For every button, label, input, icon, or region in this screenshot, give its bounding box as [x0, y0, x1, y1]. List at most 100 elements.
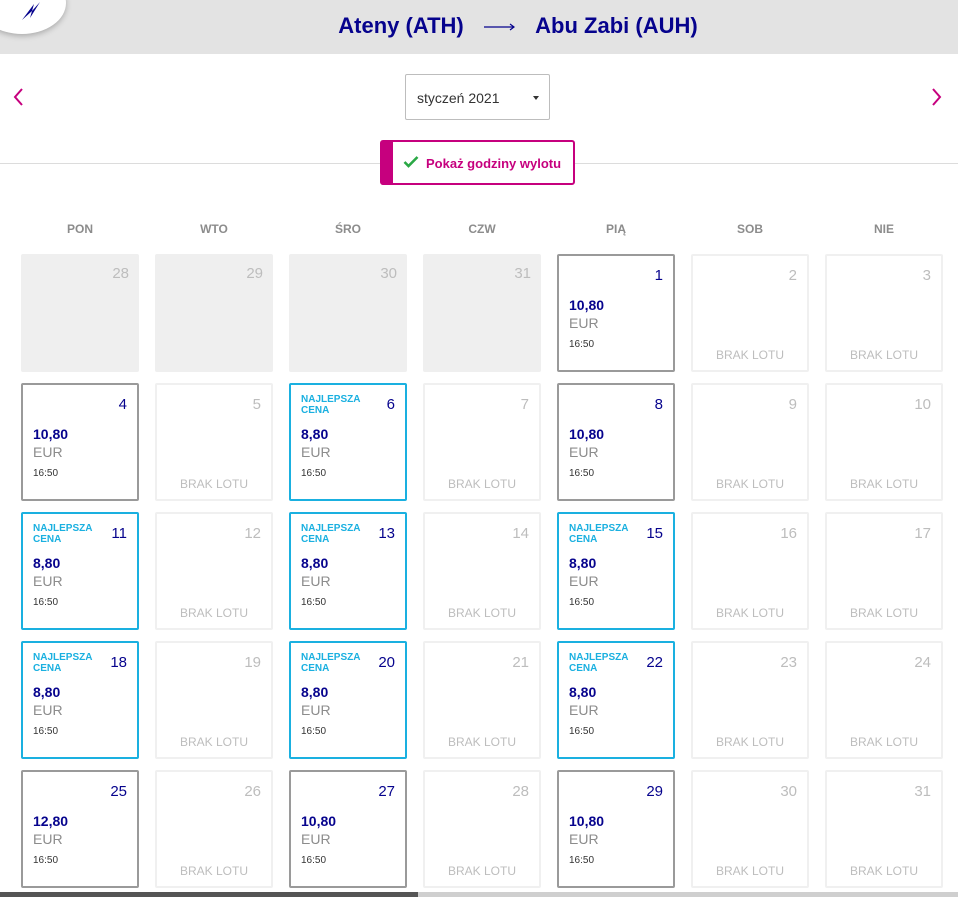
calendar-day: 12 BRAK LOTU [155, 512, 273, 630]
day-number: 30 [780, 783, 797, 800]
fare-price: 12,80 [33, 813, 69, 829]
month-select[interactable]: styczeń 2021 [405, 74, 550, 120]
calendar-day: 28 BRAK LOTU [423, 770, 541, 888]
weekday-label: SOB [736, 222, 763, 236]
departure-time: 16:50 [33, 726, 59, 737]
route-title: Ateny (ATH) Abu Zabi (AUH) [0, 13, 958, 40]
no-flight-label: BRAK LOTU [447, 735, 516, 749]
departure-time: 16:50 [569, 726, 595, 737]
departure-time: 16:50 [33, 597, 59, 608]
fare-currency: EUR [569, 573, 599, 589]
destination-label: Abu Zabi (AUH) [535, 13, 698, 38]
best-price-badge: NAJLEPSZA CENA [301, 652, 361, 674]
day-number: 18 [110, 654, 127, 671]
fare-currency: EUR [301, 702, 331, 718]
day-number: 4 [118, 396, 127, 413]
fare-price: 8,80 [301, 684, 329, 700]
day-number: 29 [246, 265, 263, 282]
fare-price: 10,80 [569, 426, 605, 442]
day-number: 9 [788, 396, 797, 413]
fare-currency: EUR [569, 444, 599, 460]
no-flight-label: BRAK LOTU [715, 348, 784, 362]
caret-down-icon [533, 96, 539, 100]
best-price-badge: NAJLEPSZA CENA [301, 394, 361, 416]
calendar-day[interactable]: 4 10,80 EUR 16:50 [21, 383, 139, 501]
calendar-day: 16 BRAK LOTU [691, 512, 809, 630]
weekday-label: PIĄ [605, 222, 626, 236]
day-number: 27 [378, 783, 395, 800]
best-price-badge: NAJLEPSZA CENA [33, 652, 93, 674]
calendar-day: 28 [21, 254, 139, 372]
no-flight-label: BRAK LOTU [715, 735, 784, 749]
fare-price: 8,80 [301, 555, 329, 571]
weekday-label: NIE [873, 222, 894, 236]
calendar-day: 23 BRAK LOTU [691, 641, 809, 759]
calendar-day[interactable]: 27 10,80 EUR 16:50 [289, 770, 407, 888]
fare-currency: EUR [301, 444, 331, 460]
day-number: 11 [111, 525, 127, 542]
departure-time: 16:50 [569, 468, 595, 479]
calendar-day[interactable]: 22 NAJLEPSZA CENA 8,80 EUR 16:50 [557, 641, 675, 759]
calendar-day[interactable]: 1 10,80 EUR 16:50 [557, 254, 675, 372]
no-flight-label: BRAK LOTU [179, 735, 248, 749]
day-number: 3 [922, 267, 931, 284]
fare-price: 10,80 [33, 426, 69, 442]
day-number: 12 [244, 525, 261, 542]
calendar-day: 19 BRAK LOTU [155, 641, 273, 759]
day-number: 2 [788, 267, 797, 284]
day-number: 8 [654, 396, 663, 413]
prev-month-button[interactable] [10, 86, 26, 108]
check-icon [403, 156, 419, 168]
day-number: 14 [512, 525, 529, 542]
calendar-day[interactable]: 8 10,80 EUR 16:50 [557, 383, 675, 501]
fare-price: 8,80 [33, 555, 61, 571]
no-flight-label: BRAK LOTU [849, 735, 918, 749]
calendar-day[interactable]: 29 10,80 EUR 16:50 [557, 770, 675, 888]
calendar-day: 17 BRAK LOTU [825, 512, 943, 630]
calendar-day[interactable]: 18 NAJLEPSZA CENA 8,80 EUR 16:50 [21, 641, 139, 759]
departure-time: 16:50 [301, 726, 327, 737]
fare-currency: EUR [569, 702, 599, 718]
day-number: 6 [386, 396, 395, 413]
scrollbar-thumb[interactable] [0, 892, 418, 897]
calendar-day: 7 BRAK LOTU [423, 383, 541, 501]
day-number: 17 [914, 525, 931, 542]
fare-price: 10,80 [569, 813, 605, 829]
calendar-day[interactable]: 11 NAJLEPSZA CENA 8,80 EUR 16:50 [21, 512, 139, 630]
departure-time: 16:50 [301, 597, 327, 608]
fare-currency: EUR [33, 831, 63, 847]
fare-currency: EUR [569, 831, 599, 847]
calendar-day[interactable]: 6 NAJLEPSZA CENA 8,80 EUR 16:50 [289, 383, 407, 501]
fare-currency: EUR [33, 444, 63, 460]
month-select-value: styczeń 2021 [417, 90, 500, 106]
calendar-day: 29 [155, 254, 273, 372]
calendar-day[interactable]: 20 NAJLEPSZA CENA 8,80 EUR 16:50 [289, 641, 407, 759]
show-departure-times-toggle[interactable]: Pokaż godziny wylotu [380, 140, 575, 185]
day-number: 24 [914, 654, 931, 671]
calendar-day: 30 [289, 254, 407, 372]
calendar-day: 3 BRAK LOTU [825, 254, 943, 372]
departure-time: 16:50 [301, 468, 327, 479]
no-flight-label: BRAK LOTU [849, 348, 918, 362]
calendar-day: 2 BRAK LOTU [691, 254, 809, 372]
calendar-day[interactable]: 15 NAJLEPSZA CENA 8,80 EUR 16:50 [557, 512, 675, 630]
fare-price: 8,80 [569, 684, 597, 700]
chevron-right-icon [932, 88, 942, 106]
day-number: 1 [654, 267, 663, 284]
day-number: 25 [110, 783, 127, 800]
next-month-button[interactable] [929, 86, 945, 108]
departure-time: 16:50 [301, 855, 327, 866]
day-number: 30 [380, 265, 397, 282]
no-flight-label: BRAK LOTU [179, 606, 248, 620]
calendar-day[interactable]: 13 NAJLEPSZA CENA 8,80 EUR 16:50 [289, 512, 407, 630]
fare-currency: EUR [33, 573, 63, 589]
day-number: 31 [514, 265, 531, 282]
calendar-day[interactable]: 25 12,80 EUR 16:50 [21, 770, 139, 888]
no-flight-label: BRAK LOTU [179, 477, 248, 491]
day-number: 26 [244, 783, 261, 800]
fare-price: 10,80 [569, 297, 605, 313]
fare-price: 10,80 [301, 813, 337, 829]
best-price-badge: NAJLEPSZA CENA [301, 523, 361, 545]
horizontal-scrollbar[interactable] [0, 892, 958, 897]
day-number: 16 [780, 525, 797, 542]
